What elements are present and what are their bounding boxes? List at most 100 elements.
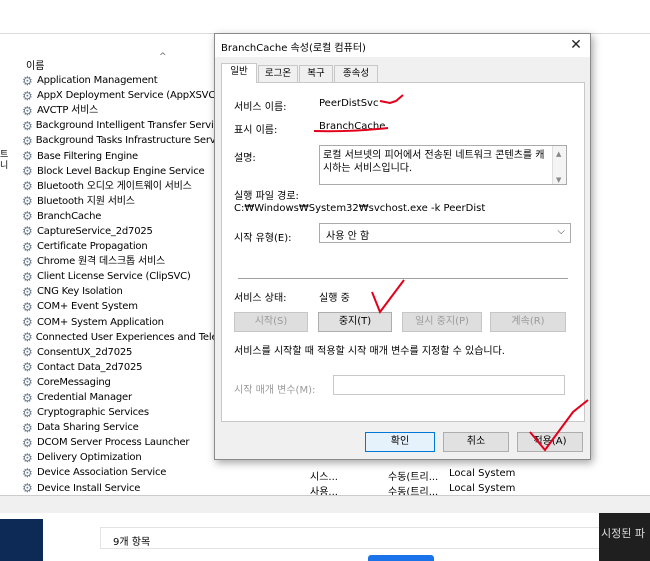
service-name: Base Filtering Engine <box>37 150 139 162</box>
gear-icon: ⚙ <box>22 224 33 239</box>
tab-logon[interactable]: 로그온 <box>258 65 298 82</box>
general-tab-panel: 서비스 이름: PeerDistSvc 표시 이름: BranchCache 설… <box>221 82 585 422</box>
close-icon[interactable]: ✕ <box>567 37 585 53</box>
start-params-hint: 서비스를 시작할 때 적용할 시작 매개 변수를 지정할 수 있습니다. <box>234 346 505 357</box>
list-item[interactable]: ⚙ Block Level Backup Engine Service <box>22 164 222 179</box>
service-name: CoreMessaging <box>37 376 111 388</box>
list-item[interactable]: ⚙ Contact Data_2d7025 <box>22 360 222 375</box>
list-item[interactable]: ⚙ Base Filtering Engine <box>22 148 222 163</box>
startup-type-value: 사용 안 함 <box>326 231 370 242</box>
resume-button[interactable]: 계속(R) <box>490 312 566 332</box>
list-item[interactable]: ⚙ Client License Service (ClipSVC) <box>22 269 222 284</box>
gear-icon: ⚙ <box>22 450 33 465</box>
left-pane: 트 니 <box>0 34 14 494</box>
description-scrollbar[interactable]: ▲ ▼ <box>552 146 566 184</box>
list-item[interactable]: ⚙ Delivery Optimization <box>22 450 222 465</box>
list-item[interactable]: ⚙ CaptureService_2d7025 <box>22 224 222 239</box>
service-name: Cryptographic Services <box>37 407 149 419</box>
list-item[interactable]: ⚙ BranchCache <box>22 209 222 224</box>
gear-icon: ⚙ <box>22 269 33 284</box>
gear-icon: ⚙ <box>22 103 33 118</box>
gear-icon: ⚙ <box>22 299 33 314</box>
description-text: 로컬 서브넷의 피어에서 전송된 네트워크 콘텐츠를 캐시하는 서비스입니다. <box>323 150 545 174</box>
list-item[interactable]: ⚙ CoreMessaging <box>22 375 222 390</box>
service-name: Credential Manager <box>37 392 132 404</box>
name-column-label: 이름 <box>26 61 45 72</box>
background-blue-button[interactable] <box>368 555 434 561</box>
gear-icon: ⚙ <box>22 194 33 209</box>
list-item[interactable]: ⚙ DCOM Server Process Launcher <box>22 435 222 450</box>
stop-button[interactable]: 중지(T) <box>318 312 392 332</box>
exe-path-label: 실행 파일 경로: <box>234 191 299 202</box>
list-item[interactable]: ⚙ Background Intelligent Transfer Service <box>22 118 225 133</box>
list-item[interactable]: ⚙ Data Sharing Service <box>22 420 222 435</box>
tab-dependencies[interactable]: 종속성 <box>334 65 378 82</box>
startup-type-select[interactable]: 사용 안 함 ⌵ <box>319 223 571 243</box>
list-item[interactable]: ⚙ AppX Deployment Service (AppXSVC) <box>22 88 222 103</box>
pause-button[interactable]: 일시 중지(P) <box>402 312 482 332</box>
display-name-value[interactable]: BranchCache <box>319 121 385 132</box>
list-item[interactable]: ⚙ Chrome 원격 데스크톱 서비스 <box>22 254 222 269</box>
gear-icon: ⚙ <box>22 118 33 133</box>
cancel-button[interactable]: 취소 <box>443 432 509 452</box>
service-name: Bluetooth 오디오 게이트웨이 서비스 <box>37 180 192 192</box>
service-name: Delivery Optimization <box>37 452 142 464</box>
ok-button[interactable]: 확인 <box>365 432 435 452</box>
dialog-title-bar[interactable]: BranchCache 속성(로컬 컴퓨터) ✕ <box>215 34 590 57</box>
list-item[interactable]: ⚙ Cryptographic Services <box>22 405 222 420</box>
scroll-up-icon[interactable]: ▲ <box>556 148 561 161</box>
service-name: Chrome 원격 데스크톱 서비스 <box>37 256 165 268</box>
gear-icon: ⚙ <box>22 239 33 254</box>
start-params-label: 시작 매개 변수(M): <box>234 385 316 396</box>
startup-type-label: 시작 유형(E): <box>234 233 292 244</box>
list-item[interactable]: ⚙ Certificate Propagation <box>22 239 222 254</box>
tab-general[interactable]: 일반 <box>221 63 257 83</box>
gear-icon: ⚙ <box>22 481 33 496</box>
gear-icon: ⚙ <box>22 73 33 88</box>
dialog-title: BranchCache 속성(로컬 컴퓨터) <box>221 43 366 54</box>
gear-icon: ⚙ <box>22 133 33 148</box>
scroll-down-icon[interactable]: ▼ <box>556 174 561 184</box>
row-logon-as: Local System <box>449 483 516 494</box>
service-name: CNG Key Isolation <box>37 286 123 298</box>
name-column-header[interactable]: 이름 ^ <box>16 52 216 74</box>
service-name: COM+ System Application <box>37 316 164 328</box>
list-item[interactable]: ⚙ COM+ Event System <box>22 299 222 314</box>
service-name: Data Sharing Service <box>37 422 139 434</box>
description-box[interactable]: 로컬 서브넷의 피어에서 전송된 네트워크 콘텐츠를 캐시하는 서비스입니다. … <box>319 145 567 185</box>
background-blue-panel <box>0 519 43 561</box>
list-item[interactable]: ⚙ ConsentUX_2d7025 <box>22 345 222 360</box>
service-name: Background Tasks Infrastructure Service <box>35 135 230 147</box>
service-name: Device Association Service <box>37 467 167 479</box>
service-name: BranchCache <box>37 210 102 222</box>
list-item[interactable]: ⚙ CNG Key Isolation <box>22 284 222 299</box>
apply-button[interactable]: 적용(A) <box>517 432 583 452</box>
service-name: Application Management <box>37 75 158 87</box>
list-item[interactable]: ⚙ Application Management <box>22 73 222 88</box>
sort-ascending-icon: ^ <box>159 52 167 62</box>
list-item[interactable]: ⚙ Device Association Service <box>22 465 222 480</box>
gear-icon: ⚙ <box>22 315 33 330</box>
list-item[interactable]: ⚙ Credential Manager <box>22 390 222 405</box>
list-item[interactable]: ⚙ Bluetooth 지원 서비스 <box>22 194 222 209</box>
service-name-label: 서비스 이름: <box>234 102 287 113</box>
tab-recovery[interactable]: 복구 <box>299 65 333 82</box>
list-item[interactable]: ⚙ Background Tasks Infrastructure Service <box>22 133 230 148</box>
services-status-bar <box>0 495 650 513</box>
start-button[interactable]: 시작(S) <box>234 312 308 332</box>
background-dark-panel: 시정된 파 <box>599 513 650 561</box>
list-item[interactable]: ⚙ Device Install Service <box>22 481 222 496</box>
list-item[interactable]: ⚙ Connected User Experiences and Telemet <box>22 330 237 345</box>
list-item[interactable]: ⚙ AVCTP 서비스 <box>22 103 222 118</box>
service-name: ConsentUX_2d7025 <box>37 346 133 358</box>
service-name: Device Install Service <box>37 482 141 494</box>
service-name: CaptureService_2d7025 <box>37 225 153 237</box>
list-item[interactable]: ⚙ Bluetooth 오디오 게이트웨이 서비스 <box>22 179 222 194</box>
list-item[interactable]: ⚙ COM+ System Application <box>22 315 222 330</box>
service-name: AVCTP 서비스 <box>37 105 99 117</box>
gear-icon: ⚙ <box>22 390 33 405</box>
display-name-label: 표시 이름: <box>234 125 278 136</box>
start-params-input[interactable] <box>333 375 565 395</box>
row-startup-type: 수동(트리... <box>388 472 439 483</box>
desktop-top-strip <box>0 0 650 33</box>
